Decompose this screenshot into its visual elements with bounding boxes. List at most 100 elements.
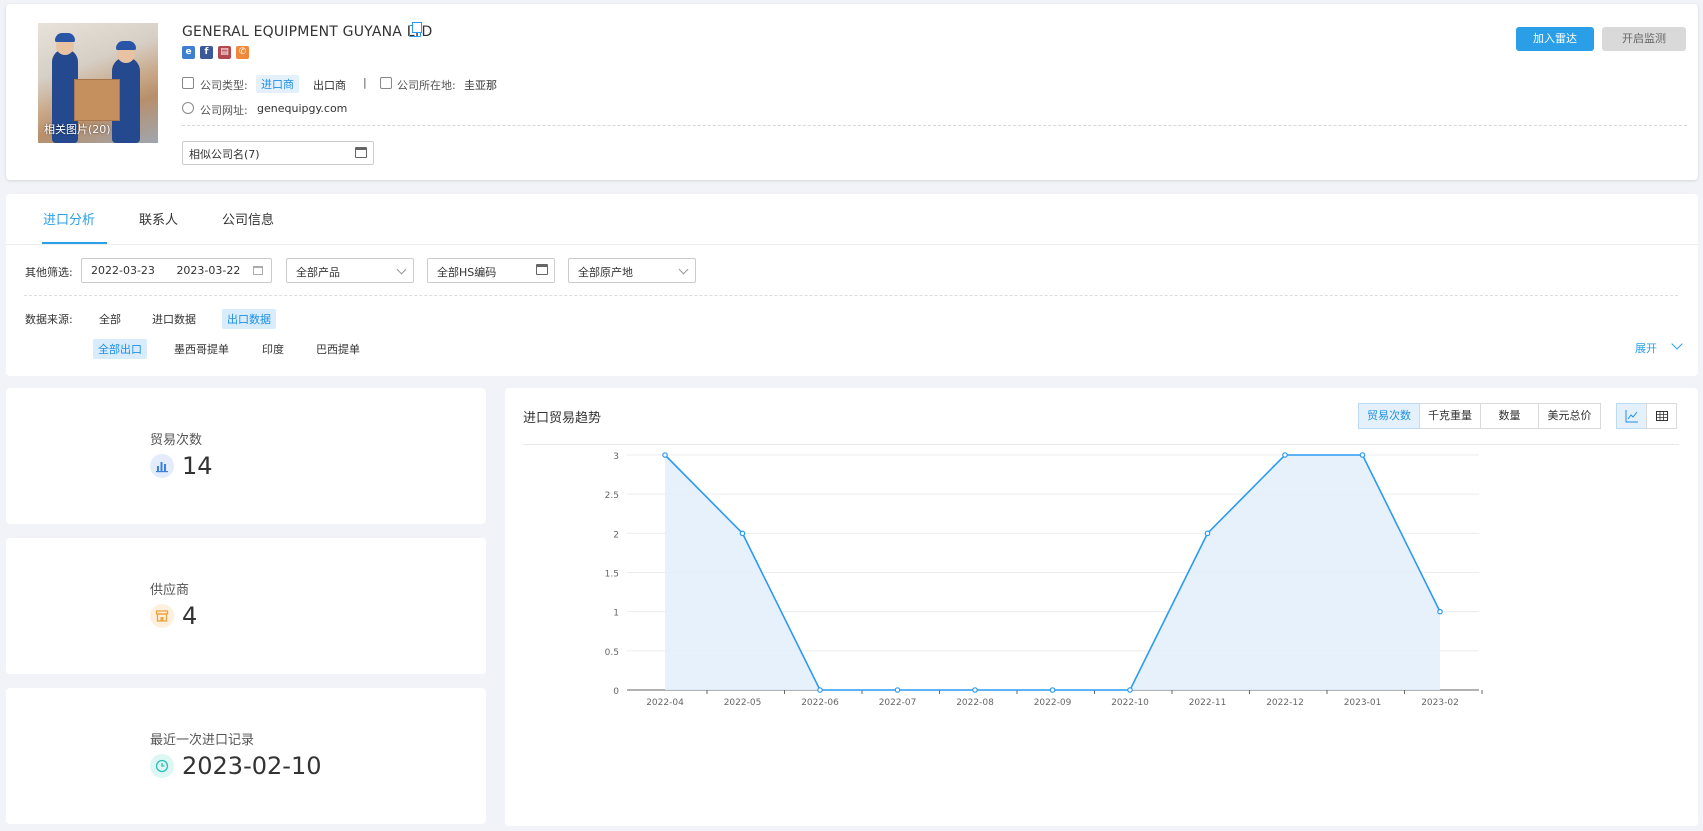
stat-card-suppliers: 供应商 4: [6, 538, 486, 674]
y-tick-label: 3: [613, 452, 619, 462]
website-value[interactable]: genequipgy.com: [257, 102, 347, 115]
stat-card-trade-count: 贸易次数 14: [6, 388, 486, 524]
data-source-label: 数据来源:: [25, 313, 73, 326]
company-photo[interactable]: 相关图片(20): [38, 23, 158, 143]
website-icon[interactable]: e: [182, 46, 195, 59]
y-tick-label: 0: [613, 687, 619, 697]
worker-left-cap: [55, 33, 75, 42]
x-tick-label: 2022-04: [646, 698, 684, 708]
location-label: 公司所在地:: [397, 79, 456, 92]
company-type-label: 公司类型:: [200, 79, 248, 92]
filter-divider: [24, 295, 1678, 296]
data-point-2022-11[interactable]: [1204, 530, 1211, 537]
copy-icon[interactable]: [409, 22, 422, 37]
sub-source-mexico[interactable]: 墨西哥提单: [169, 339, 234, 359]
header-divider: [182, 125, 1687, 126]
tab-divider: [6, 244, 1698, 245]
printer-icon[interactable]: ▤: [218, 46, 231, 59]
tab-company-info[interactable]: 公司信息: [222, 209, 274, 228]
sub-source-india[interactable]: 印度: [257, 339, 289, 359]
chevron-down-icon: [396, 264, 407, 275]
add-to-radar-button[interactable]: 加入雷达: [1516, 27, 1594, 51]
x-tick-label: 2022-10: [1111, 698, 1149, 708]
bar-chart-icon: [150, 454, 174, 478]
data-point-2022-12[interactable]: [1282, 452, 1288, 458]
globe-icon: [182, 102, 194, 114]
stat-value: 2023-02-10: [182, 752, 322, 780]
x-tick-label: 2022-05: [724, 698, 762, 708]
analysis-filter-card: 进口分析 联系人 公司信息 其他筛选: 2022-03-23 2023-03-2…: [6, 194, 1698, 376]
date-range-picker[interactable]: 2022-03-23 2023-03-22: [81, 258, 272, 283]
similar-company-select[interactable]: 相似公司名(7): [182, 141, 374, 165]
dropdown-window-icon: [355, 147, 367, 158]
x-tick-label: 2022-06: [801, 698, 839, 708]
source-export-data[interactable]: 出口数据: [222, 309, 276, 329]
data-point-2022-10[interactable]: [1127, 687, 1133, 693]
date-end[interactable]: 2023-03-22: [176, 264, 240, 277]
y-tick-label: 2.5: [605, 491, 619, 501]
origin-select-value: 全部原产地: [578, 266, 633, 279]
y-tick-label: 2: [613, 530, 619, 540]
x-tick-label: 2022-07: [879, 698, 917, 708]
source-import-data[interactable]: 进口数据: [147, 309, 201, 329]
company-type-icon: [182, 77, 194, 89]
other-filter-label: 其他筛选:: [25, 266, 73, 279]
active-tab-indicator: [42, 242, 107, 244]
sub-source-all-export[interactable]: 全部出口: [93, 339, 147, 359]
sub-source-brazil[interactable]: 巴西提单: [311, 339, 365, 359]
chevron-down-icon: [678, 264, 689, 275]
source-all[interactable]: 全部: [94, 309, 126, 329]
website-label: 公司网址:: [200, 104, 248, 117]
origin-select[interactable]: 全部原产地: [568, 258, 696, 283]
data-point-2022-05[interactable]: [739, 530, 746, 537]
dropdown-window-icon: [536, 264, 548, 275]
facebook-icon[interactable]: f: [200, 46, 213, 59]
start-monitor-button[interactable]: 开启监测: [1602, 27, 1686, 51]
data-point-2022-04[interactable]: [662, 452, 668, 458]
store-icon: [150, 604, 174, 628]
stat-card-last-import: 最近一次进口记录 2023-02-10: [6, 688, 486, 824]
y-tick-label: 1.5: [605, 570, 619, 580]
similar-company-label: 相似公司名(7): [189, 148, 260, 161]
stat-label: 供应商: [150, 583, 190, 598]
info-separator: |: [363, 76, 367, 89]
clock-icon: [150, 754, 174, 778]
data-point-2022-07[interactable]: [894, 687, 901, 693]
location-icon: [380, 77, 392, 89]
tab-import-analysis[interactable]: 进口分析: [43, 209, 95, 228]
company-type-exporter-tag[interactable]: 出口商: [313, 77, 346, 93]
x-tick-label: 2022-12: [1266, 698, 1304, 708]
company-type-importer-tag[interactable]: 进口商: [256, 75, 299, 93]
worker-right-cap: [116, 41, 136, 50]
hs-code-select[interactable]: 全部HS编码: [427, 258, 555, 283]
company-name: GENERAL EQUIPMENT GUYANA LTD: [182, 24, 433, 40]
x-tick-label: 2022-08: [956, 698, 994, 708]
expand-link[interactable]: 展开: [1635, 340, 1657, 356]
date-start[interactable]: 2022-03-23: [91, 264, 155, 277]
product-select[interactable]: 全部产品: [286, 258, 414, 283]
stat-label: 最近一次进口记录: [150, 733, 255, 748]
trade-trend-chart-card: 进口贸易趋势 贸易次数 千克重量 数量 美元总价 0 0.5 1 1.5 2 2.5 3 20…: [505, 388, 1698, 826]
photo-caption: 相关图片(20): [44, 123, 111, 136]
stat-label: 贸易次数: [150, 433, 203, 448]
y-tick-label: 0.5: [605, 648, 619, 658]
data-point-2023-02[interactable]: [1437, 608, 1443, 615]
x-tick-label: 2023-01: [1344, 698, 1382, 708]
data-point-2022-08[interactable]: [972, 687, 978, 693]
phone-icon[interactable]: ✆: [236, 46, 249, 59]
tab-contacts[interactable]: 联系人: [139, 209, 178, 228]
x-tick-label: 2023-02: [1421, 698, 1459, 708]
product-select-value: 全部产品: [296, 266, 340, 279]
data-point-2023-01[interactable]: [1359, 452, 1366, 458]
y-tick-label: 1: [613, 609, 619, 619]
location-value: 圭亚那: [464, 79, 497, 92]
chevron-down-icon[interactable]: [1671, 338, 1683, 350]
data-point-2022-06[interactable]: [817, 687, 823, 693]
hs-code-select-value: 全部HS编码: [437, 266, 497, 279]
cardboard-box: [74, 79, 120, 121]
trade-trend-chart: 0 0.5 1 1.5 2 2.5 3 2022-04 2022-05 2022-06 2022-0…: [605, 452, 1483, 708]
stat-value: 4: [182, 602, 198, 630]
data-point-2022-09[interactable]: [1049, 687, 1056, 693]
stat-value: 14: [182, 452, 213, 480]
x-tick-label: 2022-11: [1189, 698, 1227, 708]
